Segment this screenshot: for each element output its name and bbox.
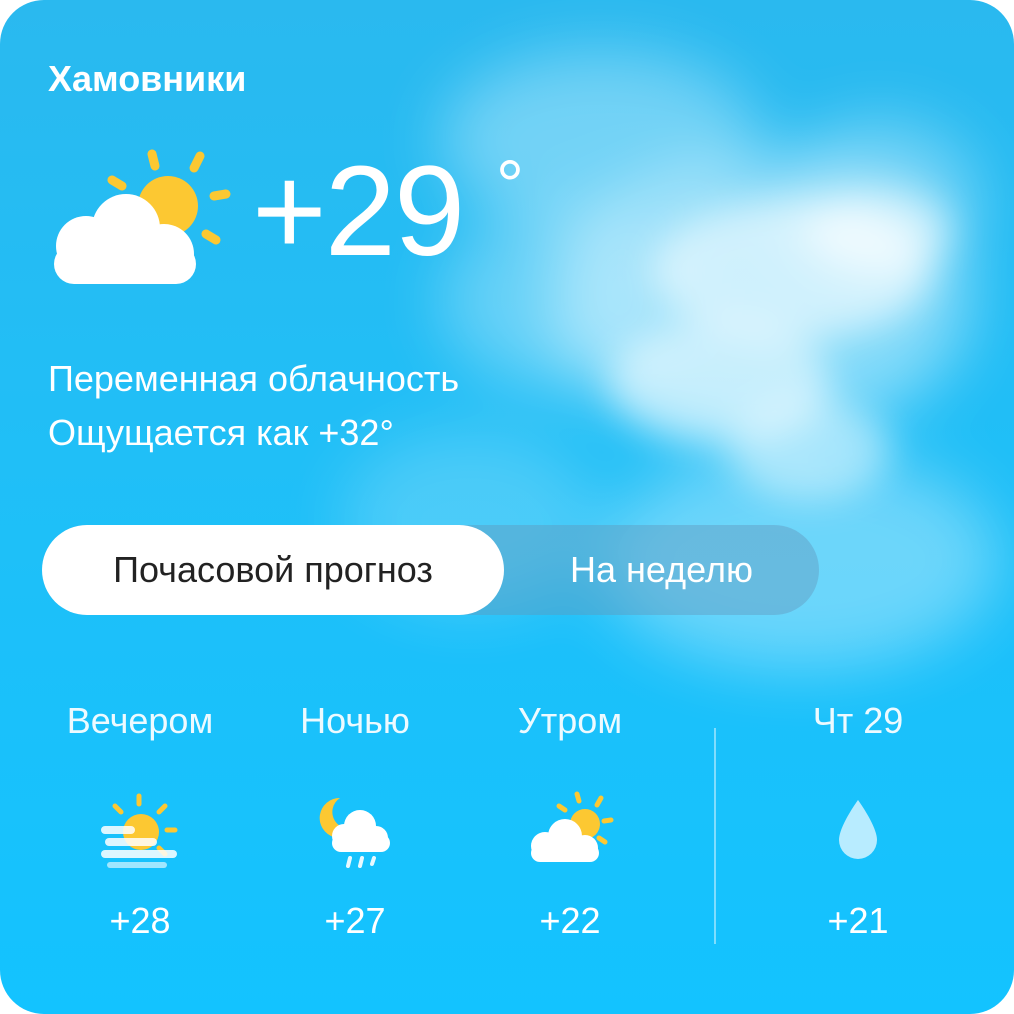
forecast-item-evening[interactable]: Вечером +28 (30, 700, 250, 942)
weather-widget: Хамовники +29 ° Переменная облачность Ощ… (0, 0, 1014, 1014)
condition-text: Переменная облачность (48, 358, 460, 399)
degree-symbol: ° (496, 146, 524, 224)
forecast-divider (714, 728, 716, 944)
night-cloud-rain-icon (319, 797, 390, 868)
forecast-label: Чт 29 (812, 700, 904, 741)
condition-block: Переменная облачность Ощущается как +32° (48, 352, 459, 460)
partly-cloudy-day-icon (54, 149, 231, 284)
forecast-temp: +27 (324, 900, 386, 941)
forecast-tab-switch: Почасовой прогноз На неделю (42, 525, 819, 615)
forecast-label: Ночью (300, 700, 410, 741)
forecast-temp: +28 (109, 900, 171, 941)
sun-haze-icon (101, 793, 178, 868)
tab-weekly-forecast[interactable]: На неделю (504, 525, 819, 615)
forecast-temp: +21 (827, 900, 889, 941)
tab-hourly-forecast[interactable]: Почасовой прогноз (42, 525, 504, 615)
forecast-item-next-day[interactable]: Чт 29 +21 (748, 700, 968, 942)
raindrop-icon (839, 800, 877, 859)
forecast-item-morning[interactable]: Утром +22 (460, 700, 680, 942)
partly-cloudy-day-icon (531, 791, 614, 862)
location-title: Хамовники (48, 58, 247, 99)
forecast-item-night[interactable]: Ночью +27 (245, 700, 465, 942)
forecast-label: Вечером (66, 700, 214, 741)
feels-like-text: Ощущается как +32° (48, 412, 394, 453)
forecast-temp: +22 (539, 900, 601, 941)
forecast-label: Утром (517, 700, 623, 741)
current-temperature: +29 (252, 140, 465, 283)
